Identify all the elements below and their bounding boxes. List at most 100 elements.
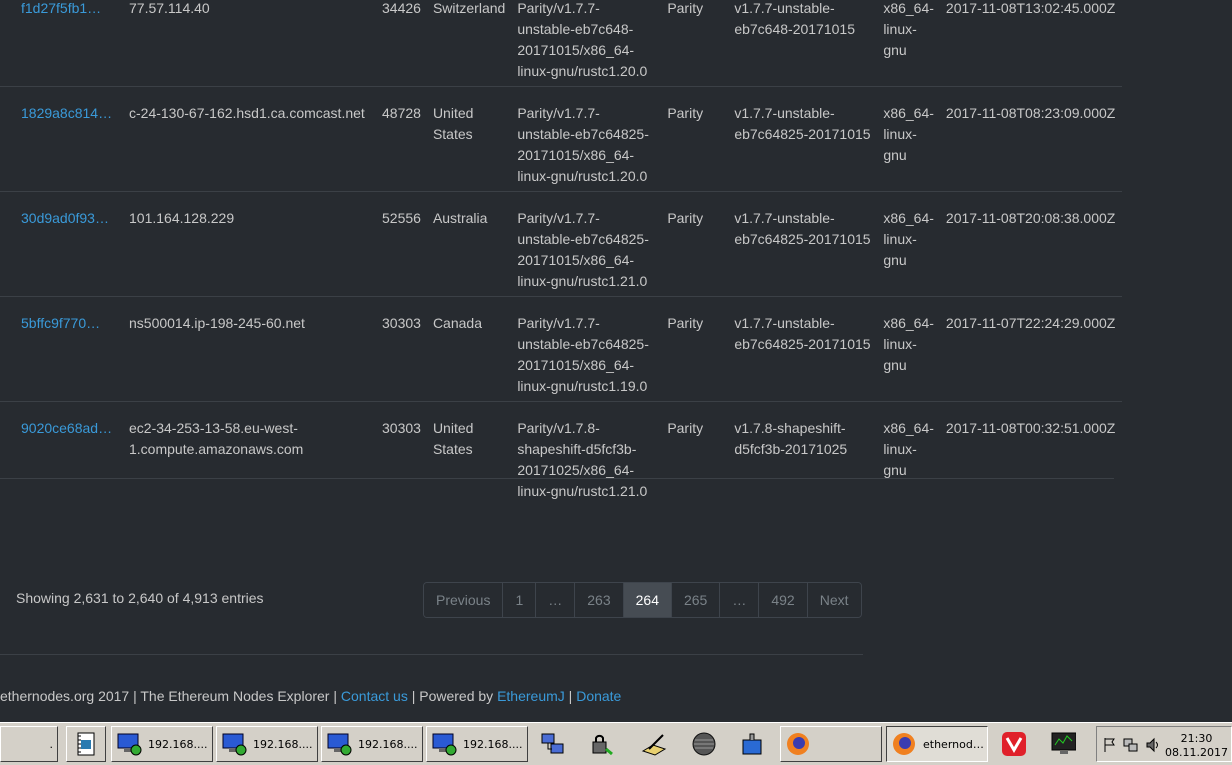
node-id-cell: 1829a8c814… [0,86,123,192]
node-client-name: Parity [661,296,729,402]
node-id-link[interactable]: 30d9ad0f93… [21,208,113,229]
pen-paper-icon[interactable] [641,731,667,757]
node-id-link[interactable]: 1829a8c814… [21,103,113,124]
node-id-cell: 5bffc9f770… [0,296,123,402]
node-last-seen: 2017-11-08T13:02:45.000Z [945,0,1116,16]
node-os: x86_64-linux-gnu [883,0,934,58]
footer-divider [0,654,863,655]
node-version: v1.7.7-unstable-eb7c648-20171015 [734,0,855,37]
page-button[interactable]: 492 [758,583,807,617]
sphere-app-icon[interactable] [691,731,717,757]
table-row: 5bffc9f770… ns500014.ip-198-245-60.net 303… [0,296,1122,402]
table-row: 30d9ad0f93… 101.164.128.229 52556 Australia… [0,191,1122,297]
start-button[interactable]: . [0,726,58,762]
node-client: Parity/v1.7.7-unstable-eb7c64825-2017101… [511,191,662,297]
node-id-cell: 30d9ad0f93… [0,191,123,297]
page-button[interactable]: Previous [424,583,503,617]
node-os: x86_64-linux-gnu [877,191,940,297]
footer: ethernodes.org 2017 | The Ethereum Nodes… [0,688,621,704]
node-id-cell: 9020ce68ad… [0,401,123,506]
taskbar-rdp-1[interactable]: 192.168.... [111,726,213,762]
system-tray: 21:30 08.11.2017 [1096,726,1232,762]
contact-link[interactable]: Contact us [341,688,408,704]
remote-desktop-icon [116,731,142,757]
node-port: 30303 [376,401,427,506]
node-last-seen: 2017-11-07T22:24:29.000Z [939,296,1122,402]
package-icon[interactable] [740,731,766,757]
taskbar-rdp-2[interactable]: 192.168.... [216,726,318,762]
volume-icon[interactable] [1145,737,1161,756]
nodes-table: f1d27f5fb1… 77.57.114.40 34426 Switzerland P… [0,0,1122,506]
node-port: 52556 [376,191,427,297]
network-tray-icon[interactable] [1123,737,1139,756]
ethereumj-link[interactable]: EthereumJ [497,688,565,704]
page-button[interactable]: 263 [574,583,623,617]
node-id-link[interactable]: 9020ce68ad… [21,418,113,439]
node-client: Parity/v1.7.8-shapeshift-d5fcf3b-2017102… [511,401,662,506]
page-button[interactable]: Next [806,583,861,617]
taskbar: . 192.168.... 192.168.... 192.168.... 19… [0,722,1232,765]
page-button[interactable]: … [535,583,575,617]
taskbar-firefox-label: ethernod… [923,737,984,751]
taskbar-rdp-3-label: 192.168.... [358,737,418,751]
taskbar-app-video[interactable] [66,726,106,762]
node-country: Australia [426,191,512,297]
taskbar-firefox-quick[interactable] [780,726,882,762]
node-host: ec2-34-253-13-58.eu-west-1.compute.amazo… [123,401,376,506]
remote-desktop-icon [326,731,352,757]
flag-icon[interactable] [1103,737,1117,756]
node-last-seen: 2017-11-08T20:08:38.000Z [939,191,1122,297]
clock-time: 21:30 [1180,732,1213,745]
pagination: Previous 1… 263 264 265… 492 Next [423,582,862,618]
network-icon[interactable] [540,731,566,757]
node-os: x86_64-linux-gnu [877,401,940,506]
page-button[interactable]: 264 [622,583,671,617]
taskbar-rdp-4-label: 192.168.... [463,737,523,751]
taskbar-rdp-3[interactable]: 192.168.... [321,726,423,762]
monitor-app-icon[interactable] [1050,731,1076,757]
vivaldi-icon[interactable] [1001,731,1027,757]
node-port: 30303 [376,296,427,402]
node-port: 34426 [382,0,421,16]
node-country: United States [426,401,512,506]
node-host: 77.57.114.40 [129,0,210,16]
footer-separator: | [564,688,577,704]
node-host: ns500014.ip-198-245-60.net [123,296,376,402]
node-last-seen: 2017-11-08T08:23:09.000Z [939,86,1122,192]
table-row: 1829a8c814… c-24-130-67-162.hsd1.ca.comca… [0,86,1122,192]
node-id-link[interactable]: f1d27f5fb1… [21,0,113,19]
node-client-name: Parity [661,86,729,192]
remote-desktop-icon [431,731,457,757]
node-os: x86_64-linux-gnu [877,296,940,402]
node-id-cell: f1d27f5fb1… [0,0,123,87]
taskbar-rdp-1-label: 192.168.... [148,737,208,751]
node-host: c-24-130-67-162.hsd1.ca.comcast.net [123,86,376,192]
donate-link[interactable]: Donate [576,688,621,704]
lock-sync-icon[interactable] [590,731,616,757]
start-label: . [49,737,54,751]
footer-powered-text: | Powered by [407,688,498,704]
page-button[interactable]: 265 [670,583,720,617]
page-button[interactable]: 1 [502,583,536,617]
firefox-icon [891,731,917,757]
video-file-icon [73,731,99,757]
page-button[interactable]: … [719,583,759,617]
footer-text: ethernodes.org 2017 | The Ethereum Nodes… [0,688,341,704]
firefox-icon [785,731,811,757]
node-last-seen: 2017-11-08T00:32:51.000Z [939,401,1122,506]
node-client: Parity/v1.7.7-unstable-eb7c64825-2017101… [511,296,662,402]
taskbar-rdp-4[interactable]: 192.168.... [426,726,528,762]
node-os: x86_64-linux-gnu [877,86,940,192]
clock[interactable]: 21:30 08.11.2017 [1165,732,1228,760]
taskbar-firefox-active[interactable]: ethernod… [886,726,988,762]
clock-date: 08.11.2017 [1165,746,1228,759]
node-country: United States [426,86,512,192]
node-country: Switzerland [432,0,506,16]
node-client-name: Parity [667,0,704,16]
table-row: f1d27f5fb1… 77.57.114.40 34426 Switzerland P… [0,0,1122,87]
node-version: v1.7.7-unstable-eb7c64825-20171015 [728,86,878,192]
node-client: Parity/v1.7.7-unstable-eb7c648-20171015/… [517,0,648,79]
entries-info: Showing 2,631 to 2,640 of 4,913 entries [16,590,264,606]
node-id-link[interactable]: 5bffc9f770… [21,313,113,334]
table-divider [0,478,1114,479]
